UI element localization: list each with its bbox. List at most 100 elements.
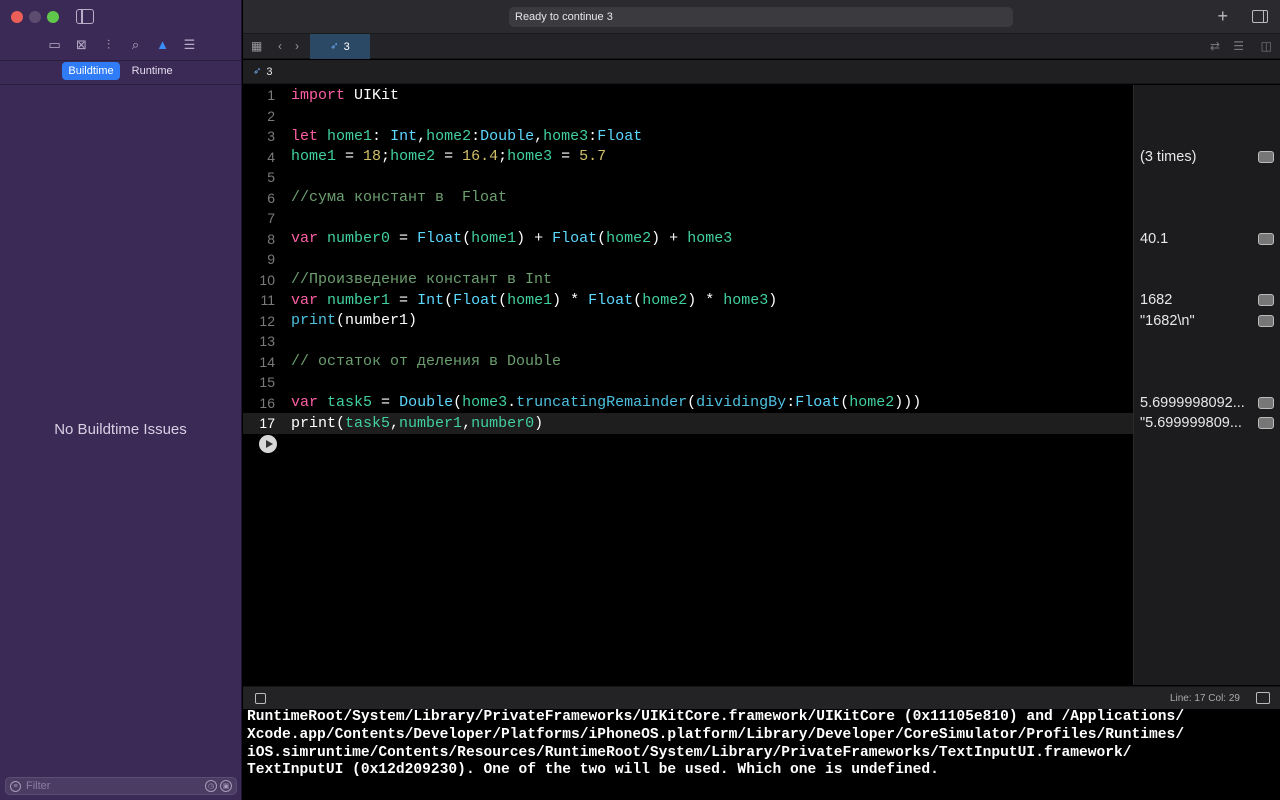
line-number: 12 [259,312,275,329]
code-line[interactable]: 9 [243,249,1133,270]
window-toolbar: Ready to continue 3 + [243,0,1280,34]
swift-icon: ➶ [330,41,339,52]
code-line[interactable]: 15 [243,372,1133,393]
folder-icon[interactable]: ▭ [46,36,63,53]
code-text[interactable]: var number1 = Int(Float(home1) * Float(h… [275,292,777,309]
window-controls [11,11,59,23]
console-output[interactable]: RuntimeRoot/System/Library/PrivateFramew… [243,709,1280,800]
code-text[interactable]: //Произведение констант в Int [275,271,552,288]
code-line[interactable]: 2 [243,106,1133,127]
line-number: 13 [259,333,275,350]
grid-icon[interactable]: ▦ [251,39,262,53]
filter-bar: ≡ ◷ ▣ [5,777,237,795]
warning-icon[interactable]: ▲ [154,36,171,53]
console-toggle-icon[interactable] [1256,692,1270,704]
debug-bar: Line: 17 Col: 29 [243,686,1280,709]
code-line[interactable]: 16 var task5 = Double(home3.truncatingRem… [243,393,1133,414]
split-editor-icon[interactable]: ◫ [1261,39,1272,53]
code-line[interactable]: 6//сума констант в Float [243,188,1133,209]
show-result-icon[interactable] [1258,314,1274,327]
chevron-right-icon[interactable]: › [295,39,299,53]
hide-debug-area-icon[interactable] [255,693,266,704]
minimize-window-button[interactable] [29,11,41,23]
breadcrumb-item[interactable]: 3 [266,66,272,78]
code-text[interactable]: var task5 = Double(home3.truncatingRemai… [275,394,921,411]
result-text: "5.699999809... [1140,415,1242,432]
line-number: 4 [267,148,275,165]
code-text[interactable]: print(task5,number1,number0) [275,415,543,432]
swap-icon[interactable]: ⇄ [1210,39,1220,53]
code-line[interactable]: 17 print(task5,number1,number0) [243,413,1133,434]
code-line[interactable]: 7 [243,208,1133,229]
line-number: 15 [259,374,275,391]
issue-scope-segmented-control: Buildtime Runtime [0,62,241,80]
filter-input[interactable] [21,780,205,792]
code-editor[interactable]: 1 import UIKit 2 3 let home1: Int,home2:Doub… [243,85,1133,685]
clock-icon[interactable]: ◷ [205,780,217,792]
code-text[interactable]: //сума констант в Float [275,189,507,206]
chevron-left-icon[interactable]: ‹ [278,39,282,53]
show-result-icon[interactable] [1258,294,1274,307]
result-text: 5.6999998092... [1140,394,1245,411]
divider [0,60,241,61]
close-window-button[interactable] [11,11,23,23]
code-text[interactable]: let home1: Int,home2:Double,home3:Float [275,128,642,145]
line-number: 1 [267,87,275,104]
result-text: 40.1 [1140,230,1169,247]
navigator-tabs: ▭ ⊠ ⫶ ⌕ ▲ ☰ [46,36,198,53]
results-sidebar: (3 times) 40.1 1682 "1682\n" 5.6999998092...… [1133,85,1280,685]
code-line[interactable]: 3 let home1: Int,home2:Double,home3:Float [243,126,1133,147]
show-result-icon[interactable] [1258,396,1274,409]
line-number: 11 [260,292,275,309]
result-value: 1682 [1140,290,1278,311]
divider [0,84,241,85]
code-text[interactable]: var number0 = Float(home1) + Float(home2… [275,230,732,247]
editor-options-icon[interactable]: ☰ [1233,39,1244,53]
show-result-icon[interactable] [1258,232,1274,245]
segment-buildtime[interactable]: Buildtime [62,62,120,80]
line-number: 2 [267,107,275,124]
result-value: 40.1 [1140,229,1278,250]
code-line[interactable]: 1 import UIKit [243,85,1133,106]
console-line: Xcode.app/Contents/Developer/Platforms/i… [247,726,1185,743]
code-line[interactable]: 5 [243,167,1133,188]
console-line: iOS.simruntime/Contents/Resources/Runtim… [247,744,1132,761]
code-line[interactable]: 10//Произведение констант в Int [243,270,1133,291]
filter-options-icon[interactable]: ▣ [220,780,232,792]
code-text[interactable]: home1 = 18;home2 = 16.4;home3 = 5.7 [275,148,606,165]
code-line[interactable]: 12 print(number1) [243,311,1133,332]
code-line[interactable]: 11 var number1 = Int(Float(home1) * Float… [243,290,1133,311]
code-line[interactable]: 4 home1 = 18;home2 = 16.4;home3 = 5.7 [243,147,1133,168]
swift-icon: ➶ [253,66,262,77]
hierarchy-icon[interactable]: ⫶ [100,36,117,53]
add-icon[interactable]: + [1217,6,1228,27]
breadcrumb: ➶ 3 [243,60,1280,84]
code-line[interactable]: 8 var number0 = Float(home1) + Float(home… [243,229,1133,250]
line-number: 16 [259,394,275,411]
code-text[interactable]: // остаток от деления в Double [275,353,561,370]
search-icon[interactable]: ⌕ [127,36,144,53]
show-result-icon[interactable] [1258,417,1274,430]
tab-playground[interactable]: ➶ 3 [310,34,370,59]
zoom-window-button[interactable] [47,11,59,23]
inspector-toggle-icon[interactable] [1252,10,1268,23]
result-text: 1682 [1140,292,1173,309]
tab-label: 3 [343,40,350,53]
show-result-icon[interactable] [1258,150,1274,163]
run-icon[interactable] [259,435,277,453]
segment-runtime[interactable]: Runtime [126,62,179,80]
empty-state-message: No Buildtime Issues [54,421,187,438]
source-control-icon[interactable]: ⊠ [73,36,90,53]
sidebar-toggle-icon[interactable] [76,9,94,24]
line-number: 3 [267,128,275,145]
report-icon[interactable]: ☰ [181,36,198,53]
line-number: 8 [267,230,275,247]
code-line[interactable]: 14// остаток от деления в Double [243,352,1133,373]
code-text[interactable]: import UIKit [275,87,399,104]
line-number: 17 [259,415,275,432]
code-text[interactable]: print(number1) [275,312,417,329]
code-line[interactable]: 13 [243,331,1133,352]
result-text: (3 times) [1140,148,1197,165]
result-value: "5.699999809... [1140,413,1278,434]
activity-status: Ready to continue 3 [509,7,1013,27]
